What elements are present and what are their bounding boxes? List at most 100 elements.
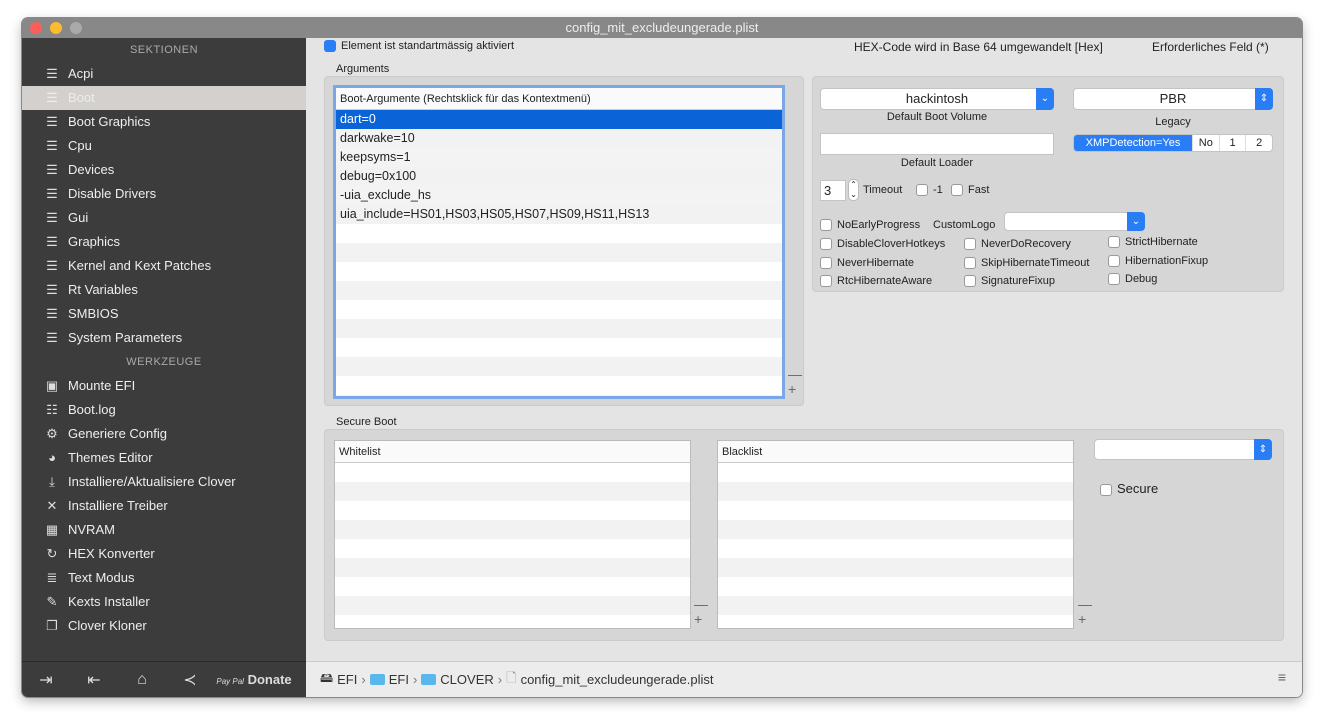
add-arg-button[interactable]: +: [788, 382, 796, 396]
sidebar-item-disable-drivers[interactable]: ☰ Disable Drivers: [22, 182, 306, 206]
sidebar-item-kernel-and-kext-patches[interactable]: ☰ Kernel and Kext Patches: [22, 254, 306, 278]
default-loader-input[interactable]: [820, 133, 1054, 155]
xmp-option[interactable]: 1: [1218, 135, 1246, 151]
timeout-stepper[interactable]: ⌃ ⌄: [848, 179, 859, 201]
file-icon: 🗋: [506, 669, 517, 685]
text-icon: ≣: [46, 570, 58, 585]
rtchibernateaware-checkbox[interactable]: RtcHibernateAware: [820, 275, 932, 288]
xmp-option[interactable]: No: [1192, 135, 1219, 151]
tool-item-themes-editor[interactable]: ◕ Themes Editor: [22, 446, 306, 470]
list-icon: ☰: [46, 90, 58, 105]
updown-chevron-icon: ⇕: [1255, 88, 1273, 110]
checkbox-label: Debug: [1125, 273, 1158, 285]
signaturefixup-checkbox[interactable]: SignatureFixup: [964, 275, 1055, 288]
boot-arg-row[interactable]: -uia_exclude_hs: [336, 186, 782, 205]
tool-item-label: Clover Kloner: [68, 618, 147, 633]
whitelist-table[interactable]: Whitelist: [334, 440, 691, 629]
add-whitelist-button[interactable]: +: [694, 612, 702, 626]
boot-arg-row[interactable]: darkwake=10: [336, 129, 782, 148]
sidebar-item-devices[interactable]: ☰ Devices: [22, 158, 306, 182]
boot-arg-row[interactable]: uia_include=HS01,HS03,HS05,HS07,HS09,HS1…: [336, 205, 782, 224]
boot-args-table[interactable]: Boot-Argumente (Rechtsklick für das Kont…: [333, 85, 785, 399]
tool-item-nvram[interactable]: ▦ NVRAM: [22, 518, 306, 542]
add-blacklist-button[interactable]: +: [1078, 612, 1086, 626]
sidebar-item-label: Acpi: [68, 66, 94, 81]
disk-icon: 🖴: [320, 669, 334, 685]
sidebar-item-system-parameters[interactable]: ☰ System Parameters: [22, 326, 306, 350]
timeout-input[interactable]: 3: [820, 180, 846, 201]
tool-item-installiere-aktualisiere-clover[interactable]: ⤓ Installiere/Aktualisiere Clover: [22, 470, 306, 494]
sidebar-item-graphics[interactable]: ☰ Graphics: [22, 230, 306, 254]
tool-item-label: Kexts Installer: [68, 594, 150, 609]
import-icon[interactable]: ⇥: [22, 670, 70, 690]
neverdorecovery-checkbox[interactable]: NeverDoRecovery: [964, 238, 1071, 251]
paypal-icon: Pay Pal: [216, 677, 244, 686]
boot-arg-row[interactable]: dart=0: [336, 110, 782, 129]
sidebar-item-rt-variables[interactable]: ☰ Rt Variables: [22, 278, 306, 302]
remove-arg-button[interactable]: —: [788, 367, 802, 381]
fast-label: Fast: [968, 184, 990, 196]
sidebar-item-acpi[interactable]: ☰ Acpi: [22, 62, 306, 86]
tool-item-boot-log[interactable]: ☷ Boot.log: [22, 398, 306, 422]
sidebar-item-label: Graphics: [68, 234, 121, 249]
xmp-option[interactable]: XMPDetection=Yes: [1074, 135, 1192, 151]
no-early-progress-checkbox[interactable]: NoEarlyProgress: [820, 219, 921, 232]
sidebar-item-boot[interactable]: ☰ Boot: [22, 86, 306, 110]
required-note: Erforderliches Feld (*): [1152, 40, 1269, 54]
default-boot-volume-select[interactable]: hackintosh ⌄: [820, 88, 1054, 110]
default-boot-volume-value: hackintosh: [905, 91, 969, 106]
custom-logo-select[interactable]: ⌄: [1004, 212, 1145, 231]
sidebar-item-smbios[interactable]: ☰ SMBIOS: [22, 302, 306, 326]
zoom-button[interactable]: [70, 22, 82, 34]
breadcrumb-item[interactable]: config_mit_excludeungerade.plist: [521, 672, 714, 687]
legacy-select[interactable]: PBR ⇕: [1073, 88, 1273, 110]
breadcrumb-item[interactable]: EFI: [337, 672, 357, 687]
disablecloverhotkeys-checkbox[interactable]: DisableCloverHotkeys: [820, 238, 946, 251]
folder-icon: [369, 674, 385, 685]
export-icon[interactable]: ⇤: [70, 670, 118, 690]
breadcrumb-item[interactable]: CLOVER: [440, 672, 493, 687]
neverhibernate-checkbox[interactable]: NeverHibernate: [820, 257, 914, 270]
sections-header: SEKTIONEN: [129, 44, 199, 56]
close-button[interactable]: [30, 22, 42, 34]
home-icon[interactable]: ⌂: [118, 671, 166, 689]
tool-item-generiere-config[interactable]: ⚙ Generiere Config: [22, 422, 306, 446]
minus-one-checkbox[interactable]: -1: [916, 184, 943, 197]
share-icon[interactable]: ≺: [166, 670, 214, 690]
checkbox-label: DisableCloverHotkeys: [837, 238, 946, 250]
tool-item-kexts-installer[interactable]: ✎ Kexts Installer: [22, 590, 306, 614]
tool-item-label: Boot.log: [68, 402, 116, 417]
tool-item-clover-kloner[interactable]: ❐ Clover Kloner: [22, 614, 306, 638]
blacklist-table[interactable]: Blacklist: [717, 440, 1074, 629]
tool-item-hex-konverter[interactable]: ↻ HEX Konverter: [22, 542, 306, 566]
skiphibernatetimeout-checkbox[interactable]: SkipHibernateTimeout: [964, 257, 1089, 270]
tool-item-installiere-treiber[interactable]: ✕ Installiere Treiber: [22, 494, 306, 518]
sidebar-item-gui[interactable]: ☰ Gui: [22, 206, 306, 230]
tool-item-mounte-efi[interactable]: ▣ Mounte EFI: [22, 374, 306, 398]
xmp-option[interactable]: 2: [1245, 135, 1272, 151]
secure-checkbox[interactable]: Secure: [1100, 481, 1158, 496]
tool-item-label: Generiere Config: [68, 426, 167, 441]
minimize-button[interactable]: [50, 22, 62, 34]
boot-arg-row[interactable]: debug=0x100: [336, 167, 782, 186]
tools-header: WERKZEUGE: [126, 356, 202, 368]
sidebar-item-boot-graphics[interactable]: ☰ Boot Graphics: [22, 110, 306, 134]
boot-arg-row[interactable]: keepsyms=1: [336, 148, 782, 167]
secure-boot-policy-select[interactable]: ⇕: [1094, 439, 1272, 460]
remove-blacklist-button[interactable]: —: [1078, 597, 1092, 611]
debug-checkbox[interactable]: Debug: [1108, 273, 1158, 286]
breadcrumb-item[interactable]: EFI: [389, 672, 409, 687]
tool-item-text-modus[interactable]: ≣ Text Modus: [22, 566, 306, 590]
no-early-progress-label: NoEarlyProgress: [837, 219, 921, 231]
menu-lines-icon[interactable]: ≡: [1278, 669, 1286, 685]
hibernationfixup-checkbox[interactable]: HibernationFixup: [1108, 255, 1208, 268]
fast-checkbox[interactable]: Fast: [951, 184, 990, 197]
sidebar-item-cpu[interactable]: ☰ Cpu: [22, 134, 306, 158]
main-panel: Element ist standartmässig aktiviert HEX…: [306, 38, 1302, 697]
chevron-down-icon: ⌄: [1036, 88, 1054, 110]
checkbox-label: StrictHibernate: [1125, 236, 1198, 248]
sidebar-item-label: Disable Drivers: [68, 186, 157, 201]
remove-whitelist-button[interactable]: —: [694, 597, 708, 611]
stricthibernate-checkbox[interactable]: StrictHibernate: [1108, 236, 1198, 249]
donate-button[interactable]: Pay Pal Donate: [214, 672, 294, 687]
